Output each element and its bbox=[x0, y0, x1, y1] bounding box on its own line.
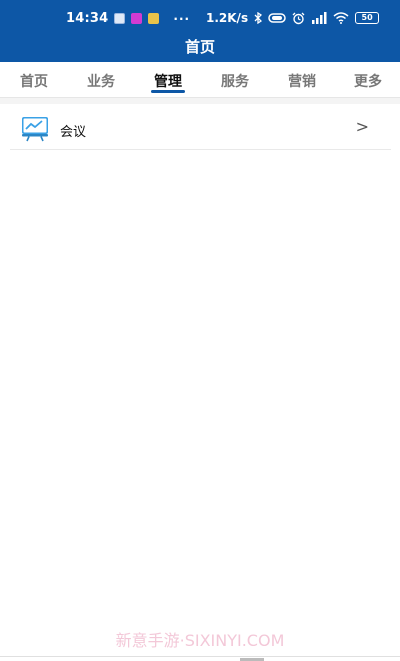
bluetooth-icon bbox=[254, 12, 263, 24]
tab-marketing[interactable]: 营销 bbox=[288, 71, 316, 91]
presentation-chart-icon bbox=[22, 117, 48, 142]
bottom-divider bbox=[0, 656, 400, 657]
tab-service[interactable]: 服务 bbox=[221, 71, 249, 91]
section-divider bbox=[0, 98, 400, 104]
tab-more[interactable]: 更多 bbox=[354, 71, 382, 91]
list-item-meeting[interactable]: 会议 > bbox=[10, 106, 391, 150]
chevron-right-icon: > bbox=[355, 117, 369, 136]
tab-business[interactable]: 业务 bbox=[87, 71, 115, 91]
signal-icon bbox=[312, 12, 327, 24]
list-item-label: 会议 bbox=[60, 125, 87, 140]
battery-icon: 50 bbox=[355, 12, 380, 24]
active-tab-indicator bbox=[151, 90, 185, 93]
app-header: 14:34 ··· 1.2K/s 50 首页 bbox=[0, 0, 400, 62]
hd-call-icon bbox=[268, 13, 286, 23]
notification-icon bbox=[114, 13, 126, 24]
status-bar-left: 14:34 ··· bbox=[66, 11, 190, 26]
status-time: 14:34 bbox=[66, 11, 109, 26]
wifi-icon bbox=[333, 12, 349, 24]
watermark: 新意手游·SIXINYI.COM bbox=[115, 631, 285, 650]
app-notification-icon bbox=[131, 13, 143, 24]
tab-management[interactable]: 管理 bbox=[154, 71, 182, 91]
status-bar: 14:34 ··· 1.2K/s 50 bbox=[0, 0, 400, 36]
network-speed: 1.2K/s bbox=[206, 11, 249, 25]
alarm-icon bbox=[292, 12, 305, 24]
status-bar-right: 1.2K/s 50 bbox=[206, 11, 380, 25]
message-icon bbox=[148, 13, 160, 24]
tab-home[interactable]: 首页 bbox=[20, 71, 48, 91]
category-tabs: 首页 业务 管理 服务 营销 更多 bbox=[0, 62, 400, 98]
page-title: 首页 bbox=[184, 38, 215, 56]
more-notifications-icon: ··· bbox=[173, 11, 191, 26]
